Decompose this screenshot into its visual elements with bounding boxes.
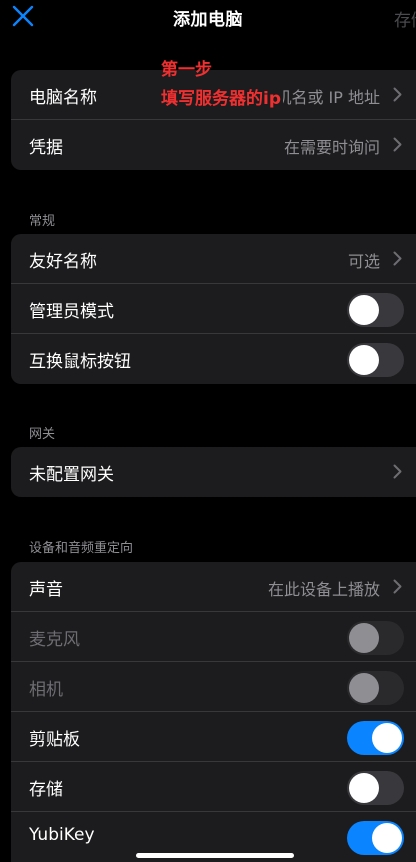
chevron-right-icon [393, 251, 402, 266]
clipboard-label: 剪贴板 [29, 730, 80, 750]
chevron-right-icon [393, 579, 402, 594]
annotation-instruction: 填写服务器的ip [161, 84, 283, 109]
camera-label: 相机 [29, 680, 63, 700]
section-header-gateway: 网关 [29, 427, 56, 442]
storage-row: 存储 [11, 762, 416, 812]
storage-label: 存储 [29, 780, 63, 800]
clipboard-row: 剪贴板 [11, 712, 416, 762]
friendly-name-label: 友好名称 [29, 252, 97, 272]
redirection-group: 声音 在此设备上播放 麦克风 相机 剪贴板 存储 YubiKey [11, 562, 416, 862]
swap-mouse-label: 互换鼠标按钮 [29, 352, 131, 372]
friendly-name-value: 可选 [347, 252, 380, 271]
gateway-label: 未配置网关 [29, 465, 114, 485]
swap-mouse-row: 互换鼠标按钮 [11, 334, 416, 384]
admin-mode-label: 管理员模式 [29, 302, 114, 322]
section-header-redirection: 设备和音频重定向 [29, 541, 134, 556]
friendly-name-row[interactable]: 友好名称 可选 [11, 234, 416, 284]
admin-mode-toggle[interactable] [347, 293, 404, 327]
microphone-toggle [347, 621, 404, 655]
home-indicator [136, 853, 294, 858]
general-group: 友好名称 可选 管理员模式 互换鼠标按钮 [11, 234, 416, 384]
microphone-row: 麦克风 [11, 612, 416, 662]
credentials-row[interactable]: 凭据 在需要时询问 [11, 120, 416, 170]
microphone-label: 麦克风 [29, 630, 80, 650]
credentials-label: 凭据 [29, 138, 63, 158]
chevron-right-icon [393, 464, 402, 479]
admin-mode-row: 管理员模式 [11, 284, 416, 334]
gateway-group: 未配置网关 [11, 447, 416, 497]
storage-toggle[interactable] [347, 771, 404, 805]
sound-label: 声音 [29, 580, 63, 600]
swap-mouse-toggle[interactable] [347, 343, 404, 377]
section-header-general: 常规 [29, 214, 56, 229]
save-button[interactable]: 存储 [394, 6, 416, 31]
page-title: 添加电脑 [173, 10, 243, 30]
yubikey-label: YubiKey [29, 825, 95, 845]
annotation-step: 第一步 [161, 60, 212, 80]
yubikey-toggle[interactable] [347, 821, 404, 855]
pc-name-label: 电脑名称 [29, 88, 97, 108]
camera-toggle [347, 671, 404, 705]
credentials-value: 在需要时询问 [283, 138, 380, 157]
gateway-row[interactable]: 未配置网关 [11, 447, 416, 497]
chevron-right-icon [393, 137, 402, 152]
chevron-right-icon [393, 87, 402, 102]
sound-value: 在此设备上播放 [267, 580, 380, 599]
clipboard-toggle[interactable] [347, 721, 404, 755]
navigation-bar: 添加电脑 存储 [0, 0, 416, 34]
camera-row: 相机 [11, 662, 416, 712]
sound-row[interactable]: 声音 在此设备上播放 [11, 562, 416, 612]
